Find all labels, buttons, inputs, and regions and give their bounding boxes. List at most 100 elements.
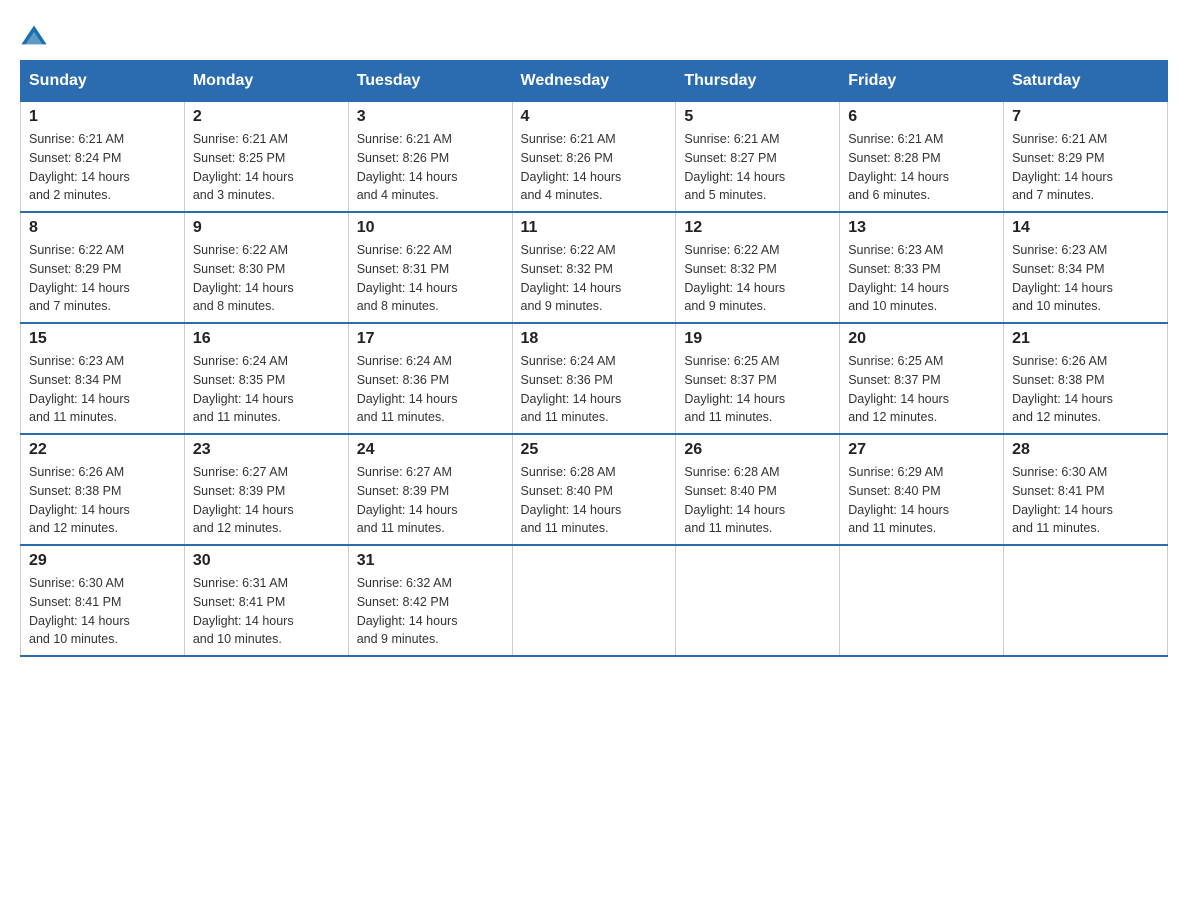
calendar-cell: 20 Sunrise: 6:25 AMSunset: 8:37 PMDayligh…	[840, 323, 1004, 434]
day-number: 16	[193, 330, 340, 348]
day-info: Sunrise: 6:23 AMSunset: 8:34 PMDaylight:…	[1012, 241, 1159, 316]
day-info: Sunrise: 6:22 AMSunset: 8:32 PMDaylight:…	[684, 241, 831, 316]
day-info: Sunrise: 6:22 AMSunset: 8:31 PMDaylight:…	[357, 241, 504, 316]
day-number: 12	[684, 219, 831, 237]
day-number: 17	[357, 330, 504, 348]
day-info: Sunrise: 6:28 AMSunset: 8:40 PMDaylight:…	[684, 463, 831, 538]
day-info: Sunrise: 6:31 AMSunset: 8:41 PMDaylight:…	[193, 574, 340, 649]
calendar-cell: 21 Sunrise: 6:26 AMSunset: 8:38 PMDayligh…	[1004, 323, 1168, 434]
day-info: Sunrise: 6:23 AMSunset: 8:34 PMDaylight:…	[29, 352, 176, 427]
day-info: Sunrise: 6:30 AMSunset: 8:41 PMDaylight:…	[29, 574, 176, 649]
calendar-cell: 31 Sunrise: 6:32 AMSunset: 8:42 PMDayligh…	[348, 545, 512, 656]
calendar-cell	[840, 545, 1004, 656]
day-info: Sunrise: 6:25 AMSunset: 8:37 PMDaylight:…	[684, 352, 831, 427]
day-info: Sunrise: 6:25 AMSunset: 8:37 PMDaylight:…	[848, 352, 995, 427]
calendar-cell: 22 Sunrise: 6:26 AMSunset: 8:38 PMDayligh…	[21, 434, 185, 545]
day-number: 18	[521, 330, 668, 348]
day-info: Sunrise: 6:22 AMSunset: 8:32 PMDaylight:…	[521, 241, 668, 316]
day-info: Sunrise: 6:23 AMSunset: 8:33 PMDaylight:…	[848, 241, 995, 316]
day-number: 11	[521, 219, 668, 237]
header-thursday: Thursday	[676, 61, 840, 101]
day-number: 22	[29, 441, 176, 459]
day-number: 5	[684, 108, 831, 126]
calendar-cell	[1004, 545, 1168, 656]
calendar-cell: 17 Sunrise: 6:24 AMSunset: 8:36 PMDayligh…	[348, 323, 512, 434]
day-number: 21	[1012, 330, 1159, 348]
header-friday: Friday	[840, 61, 1004, 101]
day-number: 1	[29, 108, 176, 126]
calendar-cell: 9 Sunrise: 6:22 AMSunset: 8:30 PMDaylight…	[184, 212, 348, 323]
day-number: 25	[521, 441, 668, 459]
calendar-cell: 25 Sunrise: 6:28 AMSunset: 8:40 PMDayligh…	[512, 434, 676, 545]
calendar-table: SundayMondayTuesdayWednesdayThursdayFrid…	[20, 60, 1168, 657]
logo-icon	[20, 22, 48, 50]
logo	[20, 20, 52, 50]
day-info: Sunrise: 6:32 AMSunset: 8:42 PMDaylight:…	[357, 574, 504, 649]
day-info: Sunrise: 6:21 AMSunset: 8:28 PMDaylight:…	[848, 130, 995, 205]
day-number: 23	[193, 441, 340, 459]
calendar-cell	[512, 545, 676, 656]
calendar-cell: 14 Sunrise: 6:23 AMSunset: 8:34 PMDayligh…	[1004, 212, 1168, 323]
day-number: 28	[1012, 441, 1159, 459]
calendar-cell: 2Sunrise: 6:21 AMSunset: 8:25 PMDaylight…	[184, 101, 348, 212]
day-info: Sunrise: 6:26 AMSunset: 8:38 PMDaylight:…	[29, 463, 176, 538]
day-info: Sunrise: 6:22 AMSunset: 8:29 PMDaylight:…	[29, 241, 176, 316]
day-info: Sunrise: 6:21 AMSunset: 8:26 PMDaylight:…	[521, 130, 668, 205]
day-info: Sunrise: 6:27 AMSunset: 8:39 PMDaylight:…	[357, 463, 504, 538]
day-number: 19	[684, 330, 831, 348]
week-row-4: 22 Sunrise: 6:26 AMSunset: 8:38 PMDayligh…	[21, 434, 1168, 545]
calendar-cell: 16 Sunrise: 6:24 AMSunset: 8:35 PMDayligh…	[184, 323, 348, 434]
week-row-3: 15Sunrise: 6:23 AMSunset: 8:34 PMDayligh…	[21, 323, 1168, 434]
day-number: 14	[1012, 219, 1159, 237]
calendar-cell: 15Sunrise: 6:23 AMSunset: 8:34 PMDayligh…	[21, 323, 185, 434]
calendar-cell: 24 Sunrise: 6:27 AMSunset: 8:39 PMDayligh…	[348, 434, 512, 545]
day-number: 29	[29, 552, 176, 570]
day-number: 6	[848, 108, 995, 126]
header-monday: Monday	[184, 61, 348, 101]
day-number: 20	[848, 330, 995, 348]
day-number: 8	[29, 219, 176, 237]
day-number: 13	[848, 219, 995, 237]
day-info: Sunrise: 6:22 AMSunset: 8:30 PMDaylight:…	[193, 241, 340, 316]
day-info: Sunrise: 6:24 AMSunset: 8:35 PMDaylight:…	[193, 352, 340, 427]
day-info: Sunrise: 6:21 AMSunset: 8:25 PMDaylight:…	[193, 130, 340, 205]
day-info: Sunrise: 6:26 AMSunset: 8:38 PMDaylight:…	[1012, 352, 1159, 427]
day-info: Sunrise: 6:30 AMSunset: 8:41 PMDaylight:…	[1012, 463, 1159, 538]
calendar-cell: 5 Sunrise: 6:21 AMSunset: 8:27 PMDaylight…	[676, 101, 840, 212]
calendar-cell: 8 Sunrise: 6:22 AMSunset: 8:29 PMDaylight…	[21, 212, 185, 323]
day-number: 27	[848, 441, 995, 459]
day-number: 31	[357, 552, 504, 570]
day-number: 26	[684, 441, 831, 459]
calendar-cell: 10Sunrise: 6:22 AMSunset: 8:31 PMDayligh…	[348, 212, 512, 323]
calendar-cell: 28 Sunrise: 6:30 AMSunset: 8:41 PMDayligh…	[1004, 434, 1168, 545]
day-number: 4	[521, 108, 668, 126]
calendar-cell: 29 Sunrise: 6:30 AMSunset: 8:41 PMDayligh…	[21, 545, 185, 656]
day-number: 3	[357, 108, 504, 126]
day-number: 9	[193, 219, 340, 237]
header-sunday: Sunday	[21, 61, 185, 101]
header-saturday: Saturday	[1004, 61, 1168, 101]
day-number: 30	[193, 552, 340, 570]
calendar-cell: 11 Sunrise: 6:22 AMSunset: 8:32 PMDayligh…	[512, 212, 676, 323]
calendar-cell: 4 Sunrise: 6:21 AMSunset: 8:26 PMDaylight…	[512, 101, 676, 212]
week-row-2: 8 Sunrise: 6:22 AMSunset: 8:29 PMDaylight…	[21, 212, 1168, 323]
calendar-cell: 13 Sunrise: 6:23 AMSunset: 8:33 PMDayligh…	[840, 212, 1004, 323]
calendar-cell: 18Sunrise: 6:24 AMSunset: 8:36 PMDayligh…	[512, 323, 676, 434]
day-info: Sunrise: 6:21 AMSunset: 8:29 PMDaylight:…	[1012, 130, 1159, 205]
day-info: Sunrise: 6:21 AMSunset: 8:24 PMDaylight:…	[29, 130, 176, 205]
calendar-cell: 26 Sunrise: 6:28 AMSunset: 8:40 PMDayligh…	[676, 434, 840, 545]
day-info: Sunrise: 6:28 AMSunset: 8:40 PMDaylight:…	[521, 463, 668, 538]
calendar-cell: 1 Sunrise: 6:21 AMSunset: 8:24 PMDaylight…	[21, 101, 185, 212]
day-info: Sunrise: 6:27 AMSunset: 8:39 PMDaylight:…	[193, 463, 340, 538]
weekday-header-row: SundayMondayTuesdayWednesdayThursdayFrid…	[21, 61, 1168, 101]
day-number: 24	[357, 441, 504, 459]
calendar-cell	[676, 545, 840, 656]
week-row-1: 1 Sunrise: 6:21 AMSunset: 8:24 PMDaylight…	[21, 101, 1168, 212]
calendar-cell: 6 Sunrise: 6:21 AMSunset: 8:28 PMDaylight…	[840, 101, 1004, 212]
day-info: Sunrise: 6:29 AMSunset: 8:40 PMDaylight:…	[848, 463, 995, 538]
day-info: Sunrise: 6:21 AMSunset: 8:26 PMDaylight:…	[357, 130, 504, 205]
day-info: Sunrise: 6:24 AMSunset: 8:36 PMDaylight:…	[357, 352, 504, 427]
day-info: Sunrise: 6:21 AMSunset: 8:27 PMDaylight:…	[684, 130, 831, 205]
week-row-5: 29 Sunrise: 6:30 AMSunset: 8:41 PMDayligh…	[21, 545, 1168, 656]
header-tuesday: Tuesday	[348, 61, 512, 101]
